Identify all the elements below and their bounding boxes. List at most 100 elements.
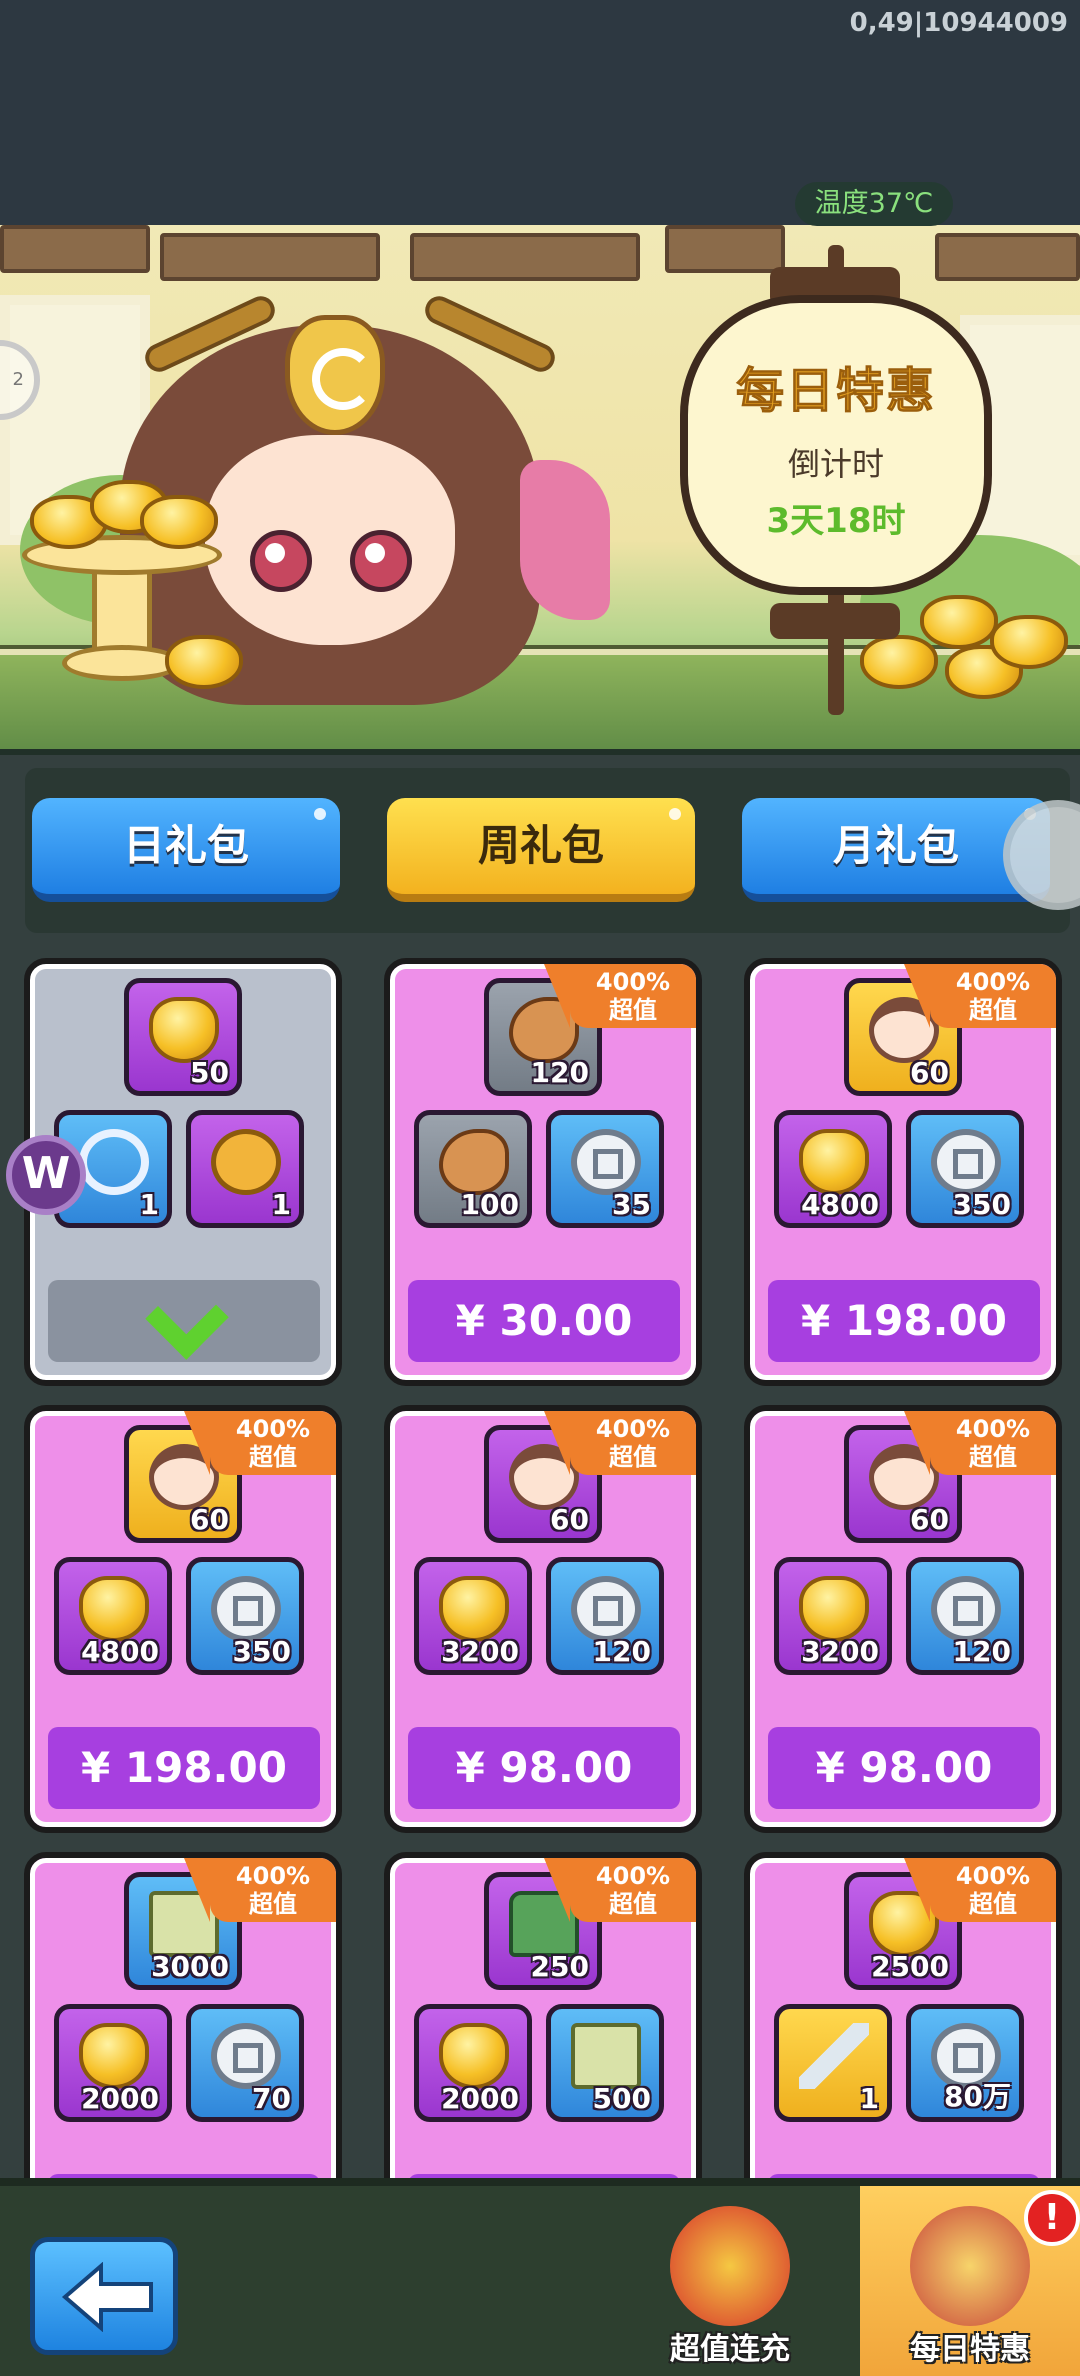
nav-recharge-streak[interactable]: 超值连充 <box>620 2186 840 2376</box>
value-badge: 400% 超值 <box>184 1411 336 1475</box>
reward-slot[interactable]: 35 <box>546 1110 664 1228</box>
gift-pack-card[interactable]: 120 100 35 400% 超值 ¥ 30.00 <box>384 958 702 1386</box>
reward-slot[interactable]: 120 <box>546 1557 664 1675</box>
reward-slot[interactable]: 100 <box>414 1110 532 1228</box>
character-ribbon <box>520 460 610 620</box>
badge-text: 超值 <box>609 996 657 1024</box>
gift-pack-card[interactable]: 60 4800 350 400% 超值 ¥ 198.00 <box>24 1405 342 1833</box>
reward-slot[interactable]: 350 <box>186 1557 304 1675</box>
nav-daily-deal[interactable]: 每日特惠 ! <box>860 2186 1080 2376</box>
heart-coin-icon <box>211 1129 281 1195</box>
value-badge: 400% 超值 <box>544 964 696 1028</box>
silver-coin-icon <box>571 1576 641 1642</box>
reward-quantity: 500 <box>592 2082 651 2115</box>
back-arrow-icon <box>61 2262 153 2332</box>
gold-ingot-icon <box>79 1576 149 1642</box>
character-eye <box>350 530 412 592</box>
roof-beam <box>935 233 1080 281</box>
reward-slot[interactable]: 70 <box>186 2004 304 2122</box>
reward-quantity: 60 <box>910 1056 949 1089</box>
character-crown <box>285 315 385 435</box>
reward-quantity: 35 <box>612 1188 651 1221</box>
reward-quantity: 350 <box>232 1635 291 1668</box>
reward-slot[interactable]: 120 <box>906 1557 1024 1675</box>
gift-pack-card[interactable]: 60 4800 350 400% 超值 ¥ 198.00 <box>744 958 1062 1386</box>
badge-percent: 400% <box>955 1862 1031 1890</box>
value-badge: 400% 超值 <box>904 1858 1056 1922</box>
back-button[interactable] <box>30 2237 178 2355</box>
lantern-sign: 每日特惠 倒计时 3天18时 <box>680 295 992 595</box>
reward-quantity: 80万 <box>944 2080 1011 2113</box>
reward-quantity: 2500 <box>871 1950 949 1983</box>
reward-quantity: 3200 <box>441 1635 519 1668</box>
reward-slot[interactable]: 80万 <box>906 2004 1024 2122</box>
reward-quantity: 4800 <box>801 1188 879 1221</box>
reward-quantity: 70 <box>252 2082 291 2115</box>
reward-slot[interactable]: 500 <box>546 2004 664 2122</box>
pack-grid: 50 1 1 120 100 35 400% 超值 ¥ 30.00 60 4800 350 400% 超值… <box>0 950 1080 2180</box>
reward-quantity: 60 <box>190 1503 229 1536</box>
reward-slot[interactable]: 2000 <box>414 2004 532 2122</box>
gold-ingot-icon <box>920 595 998 649</box>
reward-slot[interactable]: 3200 <box>774 1557 892 1675</box>
reward-slot[interactable]: 50 <box>124 978 242 1096</box>
price-button[interactable]: ¥ 98.00 <box>408 1727 680 1809</box>
floating-w-widget[interactable]: W <box>6 1135 86 1215</box>
reward-quantity: 120 <box>530 1056 589 1089</box>
silver-coin-icon <box>211 2023 281 2089</box>
gift-pack-card[interactable]: 2500 1 80万 400% 超值 <box>744 1852 1062 2180</box>
value-badge: 400% 超值 <box>544 1858 696 1922</box>
fortune-bag-icon <box>670 2206 790 2326</box>
gift-pack-card[interactable]: 250 2000 500 400% 超值 <box>384 1852 702 2180</box>
reward-quantity: 1 <box>139 1188 159 1221</box>
reward-slot[interactable]: 1 <box>774 2004 892 2122</box>
price-button[interactable]: ¥ 98.00 <box>768 1727 1040 1809</box>
badge-percent: 400% <box>595 1862 671 1890</box>
reward-slot[interactable]: 1 <box>186 1110 304 1228</box>
silver-coin-icon <box>211 1576 281 1642</box>
badge-text: 超值 <box>249 1890 297 1918</box>
reward-quantity: 100 <box>460 1188 519 1221</box>
reward-slot[interactable]: 3200 <box>414 1557 532 1675</box>
badge-text: 超值 <box>609 1890 657 1918</box>
badge-percent: 400% <box>595 1415 671 1443</box>
reward-quantity: 350 <box>952 1188 1011 1221</box>
badge-text: 超值 <box>249 1443 297 1471</box>
gold-ingot-icon <box>860 635 938 689</box>
reward-quantity: 120 <box>592 1635 651 1668</box>
gift-pack-card[interactable]: 60 3200 120 400% 超值 ¥ 98.00 <box>744 1405 1062 1833</box>
map-scroll-icon <box>571 2023 641 2089</box>
price-button[interactable]: ¥ 198.00 <box>48 1727 320 1809</box>
reward-quantity: 4800 <box>81 1635 159 1668</box>
price-button[interactable]: ¥ 198.00 <box>768 1280 1040 1362</box>
gold-ingot-icon <box>799 1129 869 1195</box>
value-badge: 400% 超值 <box>544 1411 696 1475</box>
reward-quantity: 60 <box>550 1503 589 1536</box>
gold-ingot-icon <box>439 2023 509 2089</box>
reward-quantity: 3200 <box>801 1635 879 1668</box>
reward-quantity: 2000 <box>441 2082 519 2115</box>
gold-stand-base <box>62 645 182 681</box>
tab-daily-pack[interactable]: 日礼包 <box>32 798 340 902</box>
nav-label: 每日特惠 <box>910 2332 1030 2367</box>
reward-slot[interactable]: 350 <box>906 1110 1024 1228</box>
reward-quantity: 1 <box>859 2082 879 2115</box>
lantern-base <box>770 603 900 639</box>
gift-pack-card[interactable]: 60 3200 120 400% 超值 ¥ 98.00 <box>384 1405 702 1833</box>
gift-pack-card[interactable]: 3000 2000 70 400% 超值 <box>24 1852 342 2180</box>
badge-percent: 400% <box>235 1415 311 1443</box>
reward-slot[interactable]: 4800 <box>54 1557 172 1675</box>
reward-slot[interactable]: 4800 <box>774 1110 892 1228</box>
alert-badge: ! <box>1024 2190 1080 2246</box>
gold-ingot-icon <box>140 495 218 549</box>
meat-icon <box>439 1129 509 1195</box>
price-button[interactable]: ¥ 30.00 <box>408 1280 680 1362</box>
temperature-pill: 温度37℃ <box>795 182 953 226</box>
character-face <box>205 435 455 645</box>
reward-quantity: 120 <box>952 1635 1011 1668</box>
reward-slot[interactable]: 2000 <box>54 2004 172 2122</box>
tab-weekly-pack[interactable]: 周礼包 <box>387 798 695 902</box>
badge-text: 超值 <box>969 1890 1017 1918</box>
debug-id-text: 0,49|10944009 <box>849 8 1068 38</box>
gold-ingot-icon <box>165 635 243 689</box>
